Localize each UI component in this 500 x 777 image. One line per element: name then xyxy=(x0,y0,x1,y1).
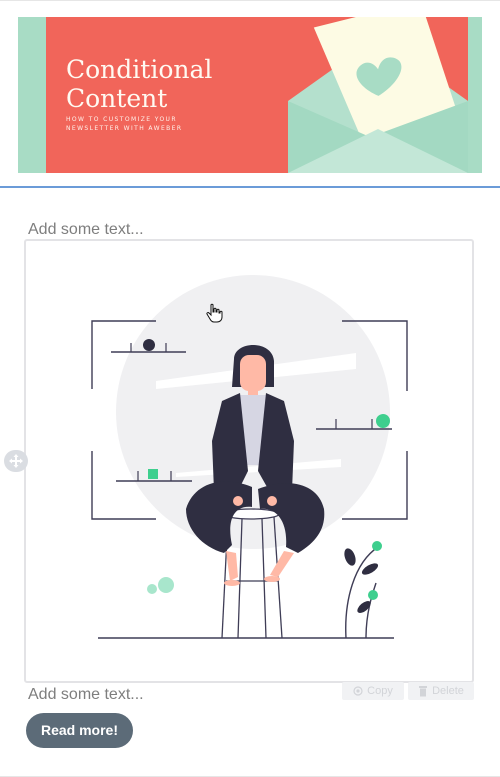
editor-selection-line xyxy=(0,186,500,188)
heart-envelope-icon xyxy=(288,17,468,173)
banner-mint-strip-right xyxy=(468,17,482,173)
read-more-button[interactable]: Read more! xyxy=(26,713,133,748)
person-on-stool-illustration xyxy=(91,275,408,639)
delete-button[interactable]: Delete xyxy=(408,682,474,700)
copy-icon xyxy=(353,686,363,696)
text-block-bottom[interactable]: Add some text... xyxy=(28,686,144,704)
banner-title: Conditional Content xyxy=(66,55,286,113)
text-block-top[interactable]: Add some text... xyxy=(28,221,144,239)
move-arrows-icon[interactable] xyxy=(4,450,28,472)
banner-title-line2: Content xyxy=(66,84,168,113)
banner-title-line1: Conditional xyxy=(66,55,213,84)
image-block[interactable] xyxy=(24,239,474,683)
copy-label: Copy xyxy=(367,685,393,697)
banner-subtitle-line1: HOW TO CUSTOMIZE YOUR xyxy=(66,116,177,123)
top-divider xyxy=(0,0,500,1)
banner-subtitle: HOW TO CUSTOMIZE YOUR NEWSLETTER WITH AW… xyxy=(66,115,246,133)
trash-icon xyxy=(419,686,428,697)
banner-mint-strip-left xyxy=(18,17,46,173)
delete-label: Delete xyxy=(432,685,464,697)
banner-subtitle-line2: NEWSLETTER WITH AWEBER xyxy=(66,125,183,132)
header-banner[interactable]: Conditional Content HOW TO CUSTOMIZE YOU… xyxy=(18,17,482,173)
copy-button[interactable]: Copy xyxy=(342,682,404,700)
hand-pointer-icon xyxy=(206,303,223,323)
